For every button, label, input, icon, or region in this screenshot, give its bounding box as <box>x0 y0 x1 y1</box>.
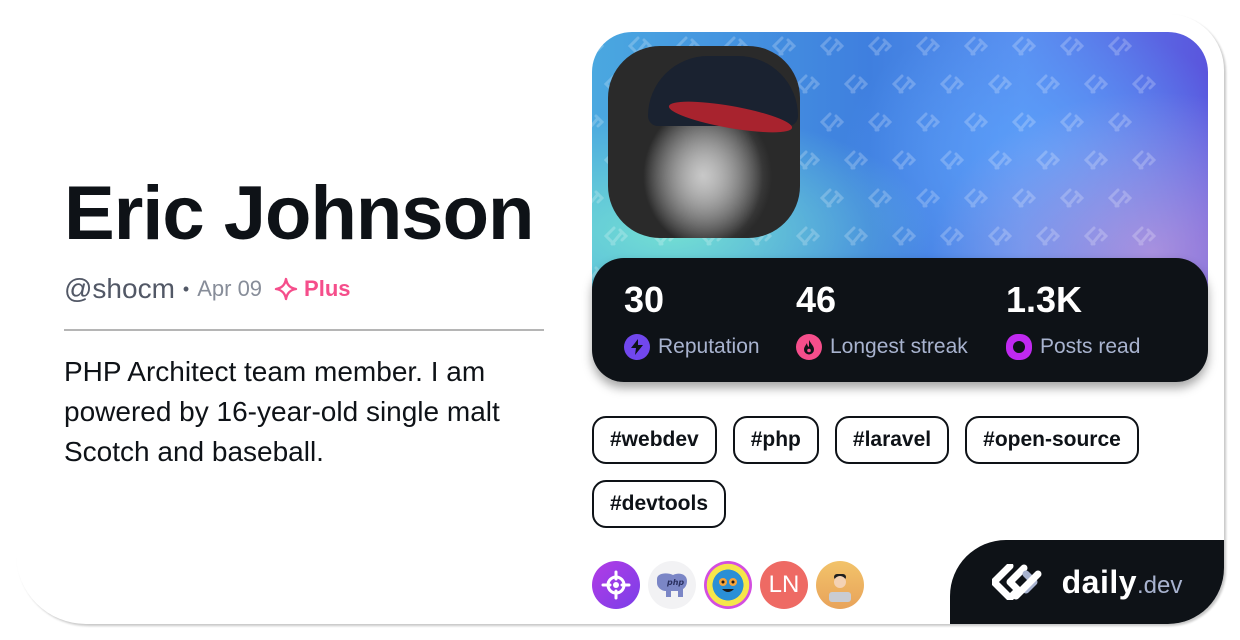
profile-meta: @shocm • Apr 09 Plus <box>64 273 351 305</box>
pattern-mark <box>592 114 605 128</box>
stat-value: 1.3K <box>1006 279 1083 320</box>
pattern-mark <box>915 36 941 56</box>
pattern-mark <box>915 112 941 132</box>
avatar[interactable] <box>608 46 800 238</box>
stat-longest-streak: 46 Longest streak <box>796 280 968 360</box>
sources-list: php LN <box>592 561 864 609</box>
tag[interactable]: #php <box>732 416 819 464</box>
pattern-mark <box>1083 74 1109 94</box>
daily-dev-logo-icon <box>991 564 1042 600</box>
stat-label: Longest streak <box>830 335 968 358</box>
lightning-icon <box>624 334 650 360</box>
pattern-mark <box>891 74 917 94</box>
pattern-mark <box>867 188 893 208</box>
daily-dev-logo[interactable]: daily.dev <box>950 540 1224 624</box>
pattern-mark <box>939 226 965 246</box>
stats-panel: 30 Reputation 46 Longest streak 1.3K Pos… <box>592 258 1208 382</box>
profile-name: Eric Johnson <box>64 171 534 256</box>
pattern-mark <box>1035 74 1061 94</box>
pattern-mark <box>1011 112 1037 132</box>
devsquad-source-icon[interactable] <box>816 561 864 609</box>
divider <box>64 329 544 331</box>
ln-initials: LN <box>768 571 800 598</box>
pattern-mark <box>987 150 1013 170</box>
pattern-mark <box>987 226 1013 246</box>
pattern-mark <box>1107 188 1133 208</box>
pattern-mark <box>939 74 965 94</box>
pattern-mark <box>603 226 629 246</box>
flame-icon <box>796 334 822 360</box>
pattern-mark <box>1011 188 1037 208</box>
pattern-mark <box>1059 188 1085 208</box>
pattern-mark <box>1083 226 1109 246</box>
pattern-mark <box>795 74 821 94</box>
pattern-mark <box>843 74 869 94</box>
pattern-mark <box>891 150 917 170</box>
php-elephant-source-icon[interactable]: php <box>648 561 696 609</box>
tags-list: #webdev #php #laravel #open-source #devt… <box>592 416 1192 528</box>
pattern-mark <box>1131 150 1157 170</box>
ln-source-icon[interactable]: LN <box>760 561 808 609</box>
brand-tld: .dev <box>1137 571 1183 599</box>
pattern-mark <box>1107 112 1133 132</box>
tag[interactable]: #laravel <box>834 416 950 464</box>
tag[interactable]: #webdev <box>592 416 717 464</box>
pattern-mark <box>939 150 965 170</box>
robot-source-icon[interactable] <box>704 561 752 609</box>
stat-posts-read: 1.3K Posts read <box>1006 280 1140 360</box>
pattern-mark <box>1131 226 1157 246</box>
pattern-mark <box>963 36 989 56</box>
profile-handle[interactable]: @shocm <box>64 273 175 305</box>
profile-bio: PHP Architect team member. I am powered … <box>64 356 500 467</box>
pattern-mark <box>963 112 989 132</box>
pattern-mark <box>819 112 845 132</box>
stat-value: 46 <box>796 279 837 320</box>
stat-value: 30 <box>624 279 665 320</box>
pattern-mark <box>795 150 821 170</box>
pattern-mark <box>1035 226 1061 246</box>
pattern-mark <box>1011 36 1037 56</box>
pattern-mark <box>1059 36 1085 56</box>
tag[interactable]: #devtools <box>592 480 727 528</box>
target-source-icon[interactable] <box>592 561 640 609</box>
pattern-mark <box>915 188 941 208</box>
sparkle-icon <box>274 277 298 301</box>
pattern-mark <box>592 38 605 52</box>
pattern-mark <box>891 226 917 246</box>
pattern-mark <box>987 74 1013 94</box>
pattern-mark <box>795 226 821 246</box>
join-date: Apr 09 <box>197 276 263 301</box>
plus-label: Plus <box>304 276 351 301</box>
pattern-mark <box>1131 74 1157 94</box>
stat-label: Reputation <box>658 335 760 358</box>
brand-word: daily <box>1061 563 1138 600</box>
ring-icon <box>1006 334 1032 360</box>
svg-text:php: php <box>666 578 684 587</box>
pattern-mark <box>819 36 845 56</box>
pattern-mark <box>1059 112 1085 132</box>
pattern-mark <box>843 226 869 246</box>
stat-reputation: 30 Reputation <box>624 280 760 360</box>
pattern-mark <box>1083 150 1109 170</box>
pattern-mark <box>843 150 869 170</box>
pattern-mark <box>592 190 605 204</box>
pattern-mark <box>867 36 893 56</box>
pattern-mark <box>771 36 797 56</box>
pattern-mark <box>1107 36 1133 56</box>
pattern-mark <box>867 112 893 132</box>
tag[interactable]: #open-source <box>965 416 1139 464</box>
pattern-mark <box>819 188 845 208</box>
stat-label: Posts read <box>1040 335 1141 358</box>
pattern-mark <box>1035 150 1061 170</box>
plus-badge[interactable]: Plus <box>274 276 351 302</box>
meta-separator: • <box>182 278 190 299</box>
pattern-mark <box>963 188 989 208</box>
